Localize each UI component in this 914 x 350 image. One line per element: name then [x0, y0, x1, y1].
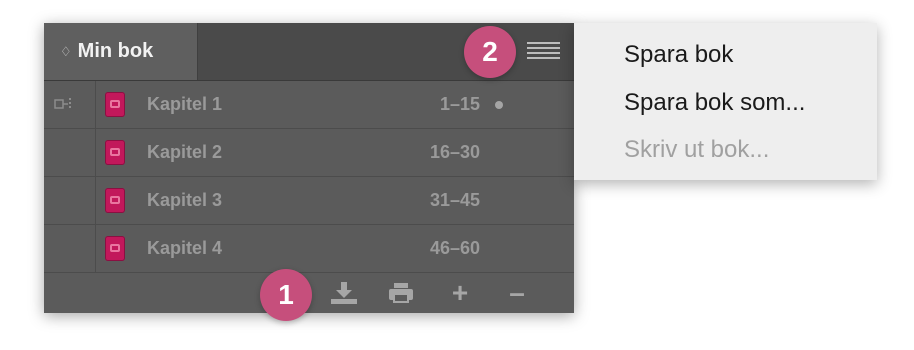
- chapter-row-4[interactable]: Kapitel 4 46–60: [44, 225, 574, 273]
- chapter-page-range: 46–60: [429, 238, 480, 258]
- printer-icon: [389, 283, 413, 303]
- chapter-page-range: 31–45: [429, 190, 480, 210]
- chapter-name: Kapitel 1: [147, 94, 223, 114]
- indesign-document-icon: [105, 92, 125, 117]
- print-book-button[interactable]: [385, 279, 417, 307]
- sort-arrows-icon: ♢: [60, 44, 72, 59]
- save-download-icon: [331, 282, 357, 304]
- tab-min-bok[interactable]: ♢ Min bok: [44, 23, 198, 80]
- indesign-document-icon: [105, 236, 125, 261]
- minus-icon: –: [509, 277, 525, 308]
- document-status-dot-icon: [495, 101, 503, 109]
- callout-badge-1: 1: [260, 269, 312, 321]
- row-gutter: [44, 81, 96, 128]
- callout-badge-2: 2: [464, 26, 516, 78]
- chapter-name: Kapitel 4: [147, 238, 223, 258]
- chapter-list: Kapitel 1 1–15 Kapitel 2 16–30 Kapitel 3…: [44, 81, 574, 273]
- chapter-row-3[interactable]: Kapitel 3 31–45: [44, 177, 574, 225]
- row-gutter: [44, 177, 96, 224]
- menu-item-print-book: Skriv ut bok...: [624, 136, 770, 163]
- style-source-icon: [54, 98, 71, 110]
- chapter-name: Kapitel 3: [147, 190, 223, 210]
- chapter-name: Kapitel 2: [147, 142, 223, 162]
- sync-styles-button[interactable]: [328, 279, 360, 307]
- hamburger-menu-icon[interactable]: [527, 42, 560, 62]
- panel-title: Min bok: [77, 40, 154, 62]
- plus-icon: +: [451, 277, 469, 308]
- indesign-document-icon: [105, 188, 125, 213]
- remove-document-button[interactable]: –: [501, 279, 533, 307]
- menu-item-save-book[interactable]: Spara bok: [624, 41, 733, 69]
- indesign-document-icon: [105, 140, 125, 165]
- panel-flyout-menu: Spara bok Spara bok som... Skriv ut bok.…: [574, 23, 877, 180]
- row-gutter: [44, 225, 96, 272]
- add-document-button[interactable]: +: [444, 279, 476, 307]
- chapter-page-range: 1–15: [439, 94, 480, 114]
- row-gutter: [44, 129, 96, 176]
- chapter-row-2[interactable]: Kapitel 2 16–30: [44, 129, 574, 177]
- chapter-page-range: 16–30: [429, 142, 480, 162]
- chapter-row-1[interactable]: Kapitel 1 1–15: [44, 81, 574, 129]
- menu-item-save-book-as[interactable]: Spara bok som...: [624, 89, 805, 117]
